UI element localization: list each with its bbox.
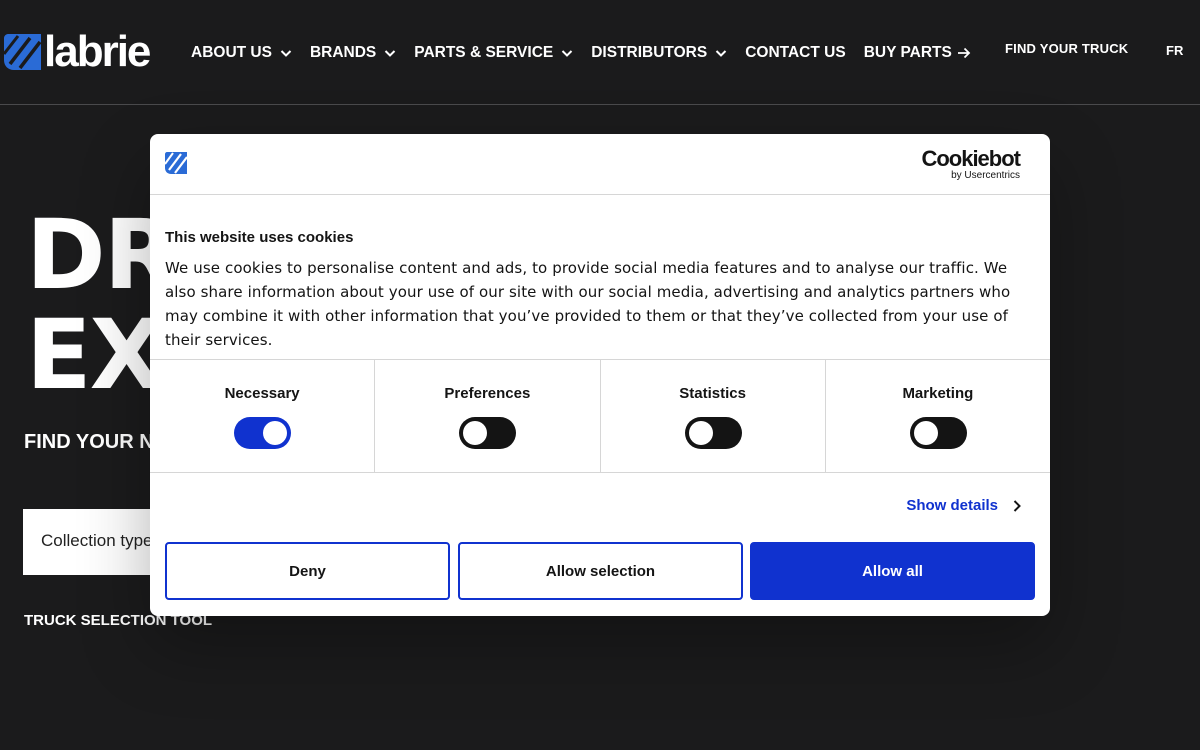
nav-item-label: PARTS & SERVICE bbox=[414, 44, 554, 61]
site-logo-icon bbox=[165, 152, 187, 174]
preferences-switch[interactable] bbox=[459, 417, 517, 449]
cookiebot-by: by Usercentrics bbox=[951, 170, 1020, 181]
cookiebot-logo[interactable]: Cookiebot by Usercentrics bbox=[921, 146, 1021, 181]
toggle-label: Statistics bbox=[679, 385, 746, 402]
main-nav: ABOUT US BRANDS PARTS & SERVICE DISTRIBU… bbox=[191, 44, 989, 62]
consent-toggles: Necessary Preferences Statistics Marketi… bbox=[150, 359, 1050, 473]
nav-item-distributors[interactable]: DISTRIBUTORS bbox=[591, 44, 727, 62]
allow-all-button[interactable]: Allow all bbox=[750, 542, 1035, 600]
nav-item-label: BRANDS bbox=[309, 44, 377, 61]
language-switch[interactable]: FR bbox=[1166, 43, 1183, 58]
switch-knob bbox=[463, 421, 488, 445]
dialog-body: This website uses cookies We use cookies… bbox=[150, 229, 1050, 352]
nav-item-parts-service[interactable]: PARTS & SERVICE bbox=[414, 44, 573, 62]
cookiebot-name: Cookiebot bbox=[921, 146, 1021, 171]
allow-selection-button[interactable]: Allow selection bbox=[458, 542, 743, 600]
nav-item-about-us[interactable]: ABOUT US bbox=[191, 44, 292, 62]
labrie-logo[interactable]: labrie bbox=[4, 27, 151, 76]
show-details-link[interactable]: Show details bbox=[906, 497, 1022, 514]
chevron-down-icon bbox=[716, 50, 727, 57]
switch-knob bbox=[688, 421, 713, 445]
toggle-necessary: Necessary bbox=[150, 360, 376, 472]
deny-button[interactable]: Deny bbox=[165, 542, 450, 600]
toggle-label: Marketing bbox=[902, 385, 974, 402]
hero-subtitle: FIND YOUR N bbox=[24, 431, 154, 453]
dialog-title: This website uses cookies bbox=[165, 229, 354, 246]
necessary-switch[interactable] bbox=[234, 417, 292, 449]
dialog-description: We use cookies to personalise content an… bbox=[165, 259, 1011, 349]
find-your-truck-link[interactable]: FIND YOUR TRUCK bbox=[1005, 41, 1128, 56]
labrie-logo-icon bbox=[4, 34, 41, 70]
logo-wordmark: labrie bbox=[44, 27, 151, 76]
chevron-right-icon bbox=[1013, 499, 1021, 512]
chevron-down-icon bbox=[385, 50, 396, 57]
toggle-label: Necessary bbox=[224, 385, 300, 402]
arrow-right-icon bbox=[957, 47, 971, 59]
collection-type-placeholder: Collection type bbox=[41, 531, 153, 550]
nav-item-label: DISTRIBUTORS bbox=[591, 44, 708, 61]
toggle-statistics: Statistics bbox=[601, 360, 826, 472]
switch-knob bbox=[913, 421, 938, 445]
toggle-marketing: Marketing bbox=[826, 360, 1050, 472]
site-header: labrie ABOUT US BRANDS PARTS & SERVICE D… bbox=[0, 0, 1200, 105]
marketing-switch[interactable] bbox=[909, 417, 967, 449]
nav-item-contact-us[interactable]: CONTACT US bbox=[745, 44, 845, 62]
chevron-down-icon bbox=[562, 50, 573, 57]
nav-item-label: ABOUT US bbox=[191, 44, 272, 61]
nav-item-label: CONTACT US bbox=[745, 44, 846, 61]
nav-item-buy-parts[interactable]: BUY PARTS bbox=[864, 44, 971, 62]
chevron-down-icon bbox=[280, 50, 292, 57]
toggle-preferences: Preferences bbox=[375, 360, 601, 472]
dialog-header: Cookiebot by Usercentrics bbox=[150, 134, 1050, 195]
statistics-switch[interactable] bbox=[684, 417, 742, 449]
nav-item-label: BUY PARTS bbox=[863, 44, 952, 61]
nav-item-brands[interactable]: BRANDS bbox=[310, 44, 396, 62]
switch-knob bbox=[263, 421, 288, 445]
cookie-consent-dialog: Cookiebot by Usercentrics This website u… bbox=[150, 134, 1050, 616]
show-details-label: Show details bbox=[906, 497, 998, 514]
toggle-label: Preferences bbox=[444, 385, 531, 402]
